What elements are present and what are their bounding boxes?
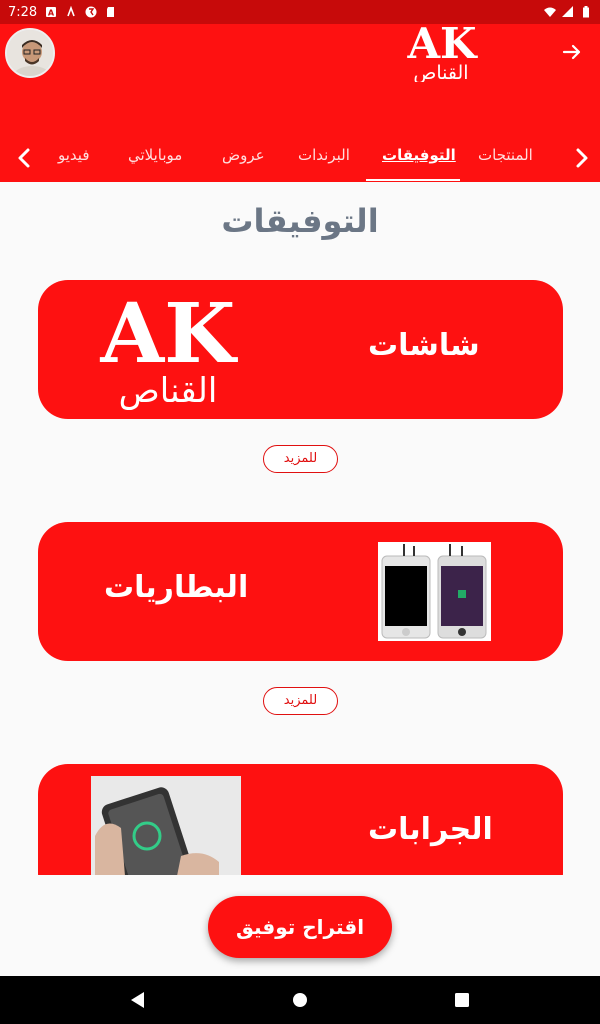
- back-icon[interactable]: [126, 988, 150, 1012]
- phone-screens-image: [378, 542, 491, 641]
- tab-offers[interactable]: عروض: [222, 146, 265, 164]
- home-icon[interactable]: [288, 988, 312, 1012]
- tab-products[interactable]: المنتجات: [478, 146, 533, 164]
- recents-icon[interactable]: [450, 988, 474, 1012]
- card-logo-arabic: القناص: [119, 371, 218, 410]
- card-batteries[interactable]: البطاريات: [38, 522, 563, 661]
- content-scroll[interactable]: التوفيقات AK القناص شاشات للمزيد البطاري…: [0, 182, 600, 875]
- app-logo: AK القناص: [400, 19, 482, 84]
- card-screens[interactable]: AK القناص شاشات: [38, 280, 563, 419]
- card-label: البطاريات: [104, 570, 249, 605]
- phone-in-hand-image: [91, 776, 241, 875]
- suggest-compatibility-button[interactable]: اقتراح توفيق: [208, 896, 392, 958]
- tab-my-phones[interactable]: موبايلاتي: [128, 146, 182, 164]
- app-notification-icon: [85, 6, 97, 18]
- card-label: شاشات: [368, 328, 480, 363]
- system-navigation-bar: [0, 976, 600, 1024]
- arrow-right-icon[interactable]: [560, 40, 584, 64]
- chevron-left-icon[interactable]: [14, 146, 34, 170]
- category-tabs: المنتجات التوفيقات البرندات عروض موبايلا…: [0, 136, 600, 182]
- status-time: 7:28: [8, 4, 38, 20]
- tab-brands[interactable]: البرندات: [298, 146, 350, 164]
- tab-video[interactable]: فيديو: [58, 146, 90, 164]
- status-bar: 7:28 A: [0, 0, 600, 24]
- more-button[interactable]: للمزيد: [263, 687, 338, 715]
- chevron-right-icon[interactable]: [572, 146, 592, 170]
- profile-photo: [7, 30, 53, 76]
- avatar[interactable]: [5, 28, 55, 78]
- svg-text:A: A: [48, 9, 55, 18]
- notification-icon: [67, 6, 75, 17]
- signal-icon: [562, 6, 573, 17]
- card-logo-letters: AK: [100, 288, 239, 382]
- app-bar: AK القناص المنتجات التوفيقات البرندات عر…: [0, 19, 600, 182]
- ak-logo-image: AK القناص: [100, 288, 239, 410]
- card-cases[interactable]: الجرابات: [38, 764, 563, 875]
- wifi-icon: [544, 7, 556, 17]
- card-label: الجرابات: [368, 812, 493, 847]
- battery-icon: [583, 6, 589, 18]
- more-button[interactable]: للمزيد: [263, 445, 338, 473]
- sd-card-icon: [107, 7, 115, 17]
- active-tab-indicator: [366, 179, 460, 181]
- notification-icon: A: [46, 7, 57, 18]
- tab-compatibility[interactable]: التوفيقات: [382, 146, 456, 164]
- logo-arabic: القناص: [413, 62, 468, 82]
- page-title: التوفيقات: [221, 202, 379, 240]
